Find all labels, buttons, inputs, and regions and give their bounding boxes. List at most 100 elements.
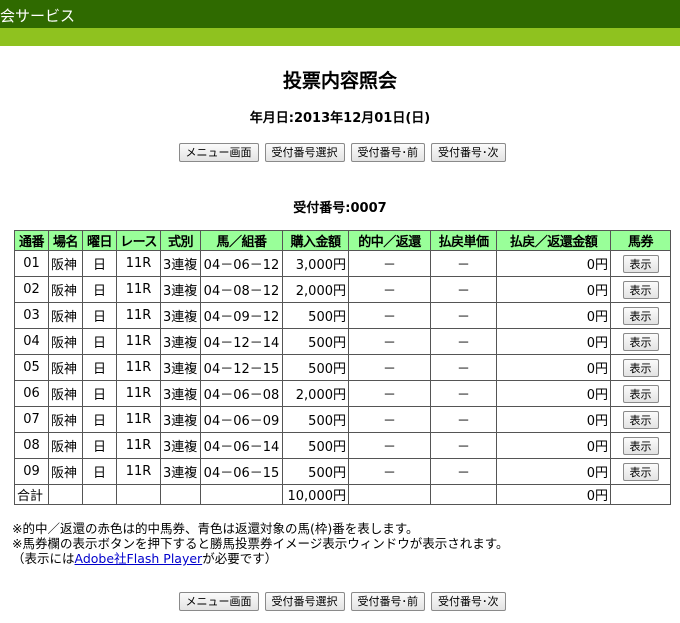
cell-day: 日 xyxy=(82,406,117,433)
header-no: 通番 xyxy=(14,230,49,251)
table-row: 04 阪神日 11R 3連複 04－12－14 500円－－ 0円 表示 xyxy=(14,328,671,355)
menu-button[interactable]: メニュー画面 xyxy=(178,143,259,162)
cell-day: 日 xyxy=(82,276,117,303)
notes: ※的中／返還の赤色は的中馬券、青色は返還対象の馬(枠)番を表します。 ※馬券欄の… xyxy=(12,521,508,566)
cell-hit: － xyxy=(348,302,431,329)
cell-race: 11R xyxy=(116,354,161,381)
header-combo: 馬／組番 xyxy=(200,230,283,251)
header-payout: 払戻／返還金額 xyxy=(496,230,611,251)
cell-venue: 阪神 xyxy=(48,276,83,303)
header-day: 曜日 xyxy=(82,230,117,251)
cell-type: 3連複 xyxy=(160,432,201,459)
total-empty-cell xyxy=(610,484,671,505)
page-title: 投票内容照会 xyxy=(282,70,397,92)
total-row: 合計 10,000円 0円 xyxy=(14,484,671,505)
cell-ticket: 表示 xyxy=(610,276,671,303)
cell-day: 日 xyxy=(82,380,117,407)
header-unit-price: 払戻単価 xyxy=(430,230,497,251)
show-ticket-button[interactable]: 表示 xyxy=(622,280,659,299)
cell-combo: 04－12－14 xyxy=(200,328,283,355)
cell-amount: 3,000円 xyxy=(282,250,349,277)
cell-amount: 500円 xyxy=(282,354,349,381)
cell-ticket: 表示 xyxy=(610,380,671,407)
receipt-number: 受付番号:0007 xyxy=(293,201,387,216)
cell-no: 06 xyxy=(14,380,49,407)
cell-unit-price: － xyxy=(430,432,497,459)
table-row: 03 阪神日 11R 3連複 04－09－12 500円－－ 0円 表示 xyxy=(14,302,671,329)
menu-button-bottom[interactable]: メニュー画面 xyxy=(178,592,259,611)
cell-unit-price: － xyxy=(430,302,497,329)
total-empty-cell xyxy=(48,484,83,505)
show-ticket-button[interactable]: 表示 xyxy=(622,384,659,403)
cell-day: 日 xyxy=(82,250,117,277)
cell-type: 3連複 xyxy=(160,276,201,303)
header-race: レース xyxy=(116,230,161,251)
cell-venue: 阪神 xyxy=(48,380,83,407)
cell-no: 09 xyxy=(14,458,49,485)
top-header-bar: 会サービス xyxy=(0,0,680,28)
receipt-next-button[interactable]: 受付番号･次 xyxy=(431,143,506,162)
cell-day: 日 xyxy=(82,328,117,355)
cell-no: 08 xyxy=(14,432,49,459)
total-empty-cell xyxy=(200,484,283,505)
cell-unit-price: － xyxy=(430,406,497,433)
cell-day: 日 xyxy=(82,432,117,459)
table-header-row: 通番 場名 曜日 レース 式別 馬／組番 購入金額 的中／返還 払戻単価 払戻／… xyxy=(14,230,671,251)
show-ticket-button[interactable]: 表示 xyxy=(622,358,659,377)
cell-unit-price: － xyxy=(430,458,497,485)
table-row: 07 阪神日 11R 3連複 04－06－09 500円－－ 0円 表示 xyxy=(14,406,671,433)
cell-amount: 500円 xyxy=(282,406,349,433)
cell-race: 11R xyxy=(116,328,161,355)
cell-hit: － xyxy=(348,328,431,355)
show-ticket-button[interactable]: 表示 xyxy=(622,436,659,455)
cell-no: 07 xyxy=(14,406,49,433)
receipt-next-button-bottom[interactable]: 受付番号･次 xyxy=(431,592,506,611)
receipt-prev-button[interactable]: 受付番号･前 xyxy=(350,143,425,162)
cell-venue: 阪神 xyxy=(48,432,83,459)
cell-race: 11R xyxy=(116,406,161,433)
cell-payout: 0円 xyxy=(496,432,611,459)
show-ticket-button[interactable]: 表示 xyxy=(622,332,659,351)
cell-no: 03 xyxy=(14,302,49,329)
total-empty-cell xyxy=(160,484,201,505)
show-ticket-button[interactable]: 表示 xyxy=(622,462,659,481)
table-row: 05 阪神日 11R 3連複 04－12－15 500円－－ 0円 表示 xyxy=(14,354,671,381)
cell-amount: 500円 xyxy=(282,328,349,355)
cell-combo: 04－06－15 xyxy=(200,458,283,485)
cell-hit: － xyxy=(348,406,431,433)
cell-unit-price: － xyxy=(430,250,497,277)
note-show-button: ※馬券欄の表示ボタンを押下すると勝馬投票券イメージ表示ウィンドウが表示されます。 xyxy=(12,536,509,551)
receipt-select-button-bottom[interactable]: 受付番号選択 xyxy=(264,592,345,611)
cell-day: 日 xyxy=(82,354,117,381)
header-hit: 的中／返還 xyxy=(348,230,431,251)
cell-amount: 500円 xyxy=(282,458,349,485)
adobe-flash-link[interactable]: Adobe社Flash Player xyxy=(75,551,203,566)
cell-type: 3連複 xyxy=(160,406,201,433)
note-flash-requirement: （表示にはAdobe社Flash Playerが必要です） xyxy=(12,551,278,566)
cell-hit: － xyxy=(348,380,431,407)
header-venue: 場名 xyxy=(48,230,83,251)
total-empty-cell xyxy=(348,484,431,505)
cell-type: 3連複 xyxy=(160,354,201,381)
cell-venue: 阪神 xyxy=(48,302,83,329)
cell-payout: 0円 xyxy=(496,250,611,277)
top-nav-buttons: メニュー画面 受付番号選択 受付番号･前 受付番号･次 xyxy=(2,143,680,162)
show-ticket-button[interactable]: 表示 xyxy=(622,410,659,429)
receipt-select-button[interactable]: 受付番号選択 xyxy=(264,143,345,162)
total-amount: 10,000円 xyxy=(282,484,349,505)
cell-combo: 04－06－14 xyxy=(200,432,283,459)
cell-ticket: 表示 xyxy=(610,302,671,329)
cell-unit-price: － xyxy=(430,380,497,407)
cell-venue: 阪神 xyxy=(48,250,83,277)
show-ticket-button[interactable]: 表示 xyxy=(622,306,659,325)
cell-hit: － xyxy=(348,432,431,459)
cell-race: 11R xyxy=(116,276,161,303)
show-ticket-button[interactable]: 表示 xyxy=(622,254,659,273)
receipt-prev-button-bottom[interactable]: 受付番号･前 xyxy=(350,592,425,611)
header-amount: 購入金額 xyxy=(282,230,349,251)
cell-day: 日 xyxy=(82,302,117,329)
cell-hit: － xyxy=(348,354,431,381)
cell-type: 3連複 xyxy=(160,380,201,407)
cell-race: 11R xyxy=(116,432,161,459)
cell-venue: 阪神 xyxy=(48,406,83,433)
